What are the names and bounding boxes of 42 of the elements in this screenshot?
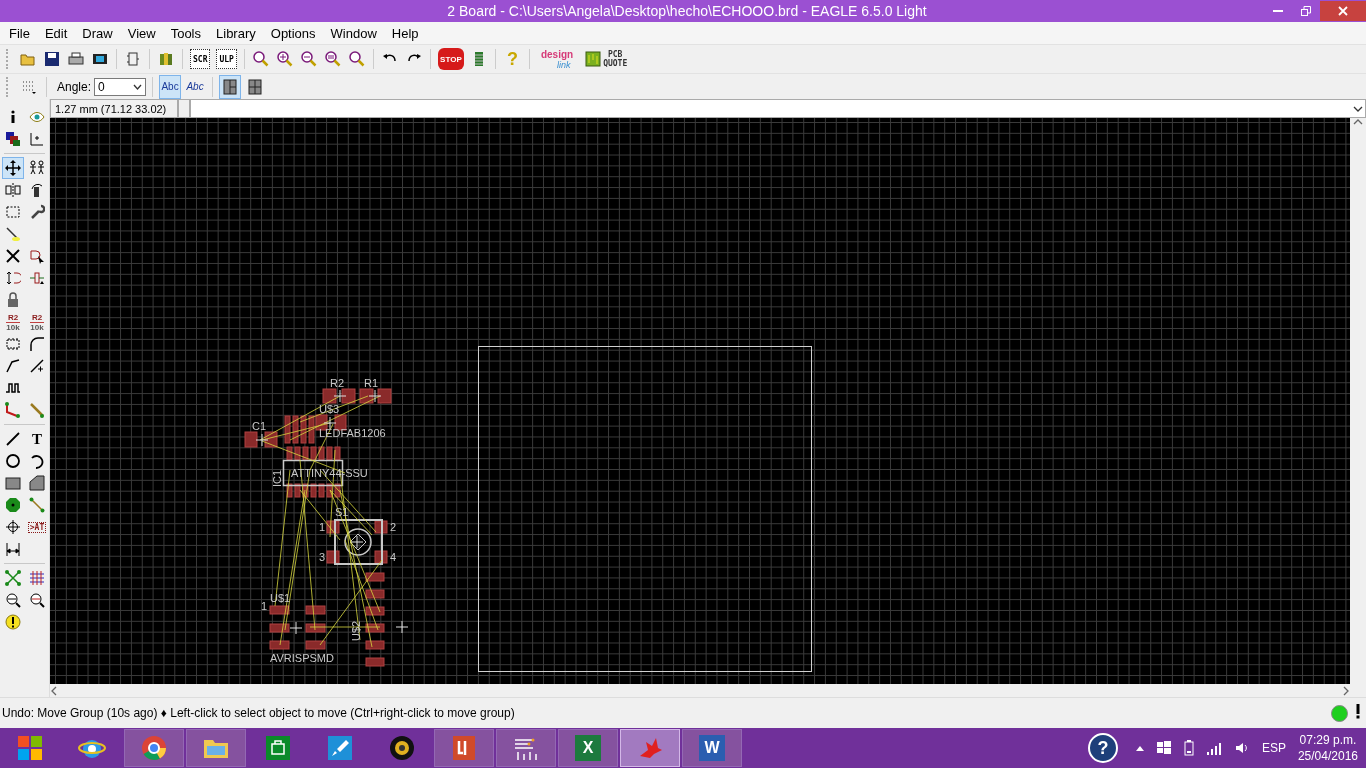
part-label: U$1 [270,592,291,605]
status-message: Undo: Move Group (10s ago) ♦ Left-click to select object to move (Ctrl+right-click to move group) [2,706,516,720]
part-label: C1 [252,420,267,433]
angle-label: Angle: [57,79,92,94]
menu-item[interactable]: Window [323,23,385,43]
text-mirrored-button[interactable]: Abc [184,74,207,99]
part-label: 1 [319,521,326,534]
part-label: 3 [319,551,326,564]
script-button[interactable]: SCR [190,49,211,69]
name-label-tool[interactable]: R2 10k [2,311,24,333]
menu-item[interactable]: Library [209,23,264,43]
window-title: 2 Board - C:\Users\Angela\Desktop\hecho\ECHOOO.brd - EAGLE 6.5.0 Light [446,3,928,19]
part-label: U$2 [350,621,362,642]
menu-item[interactable]: View [120,23,164,43]
menu-item[interactable]: Options [263,23,324,43]
value-label-tool[interactable]: R2 10k [26,311,48,333]
part-label: 4 [390,551,397,564]
clock[interactable]: 07:29 p.m. 25/04/2016 [1297,732,1358,764]
designlink-logo[interactable]: design link [534,48,580,70]
part-label: 2 [390,521,397,534]
attribute-tool[interactable]: >AT [26,516,48,538]
part-label: R2 [330,377,345,390]
taskbar-app-button[interactable]: X [558,729,618,767]
ulp-button[interactable]: ULP [216,49,237,69]
menu-item[interactable]: Help [384,23,427,43]
menu-item[interactable]: File [2,23,38,43]
menu-item[interactable]: Edit [37,23,76,43]
help-button[interactable]: ? [1087,733,1118,763]
stop-button[interactable]: STOP [437,48,464,70]
angle-select[interactable]: 0 [94,77,147,96]
letter-tool[interactable]: T [26,428,48,450]
part-label: IC1 [271,470,283,488]
menu-item[interactable]: Tools [163,23,209,43]
text-upright-button[interactable]: Abc [159,74,182,99]
language-indicator[interactable]: ESP [1261,741,1286,755]
menu-item[interactable]: Draw [75,23,121,43]
part-label: AVRISPSMD [270,652,334,665]
coordinate-display: 1.27 mm (71.12 33.02) [50,99,178,119]
part-label: 1 [261,600,268,613]
taskbar-app-button[interactable]: W [682,729,742,767]
part-label: R1 [364,377,379,390]
pcb-quote-logo[interactable]: PCB QUOTE [581,50,632,68]
